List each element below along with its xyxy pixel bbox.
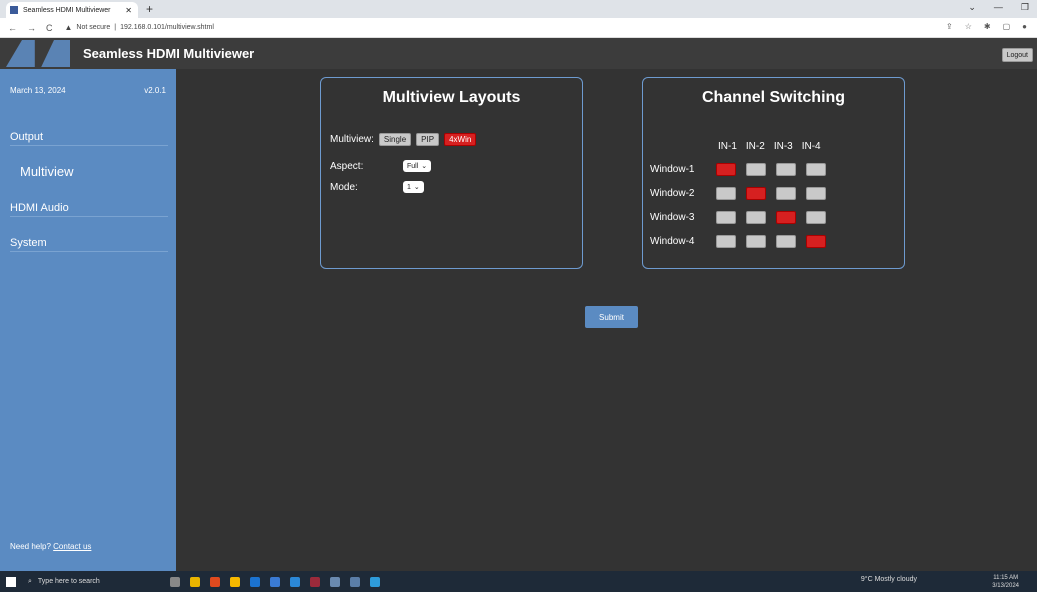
security-label: Not secure: [76, 24, 111, 31]
window-row: Window-1: [650, 163, 836, 176]
search-icon: ⌕: [28, 577, 32, 585]
mode-label: Mode:: [330, 181, 358, 193]
maximize-icon[interactable]: ❐: [1021, 2, 1029, 13]
mode-select[interactable]: 1 ⌄: [403, 181, 424, 193]
app-icon[interactable]: [269, 576, 280, 587]
sidebar: March 13, 2024 v2.0.1 Output Multiview H…: [0, 69, 176, 571]
channel-switching-panel: Channel Switching IN-1 IN-2 IN-3 IN-4 Wi…: [642, 77, 905, 269]
single-layout-button[interactable]: Single: [378, 133, 412, 146]
contact-us-link[interactable]: Contact us: [53, 542, 91, 551]
channel-toggle[interactable]: [806, 211, 826, 224]
skype-icon[interactable]: [289, 576, 300, 587]
warning-icon: ▲: [64, 23, 73, 32]
window-row: Window-2: [650, 187, 836, 200]
tab-search-icon[interactable]: ⌄: [968, 2, 976, 13]
channel-toggle[interactable]: [806, 163, 826, 176]
system-clock[interactable]: 11:15 AM 3/13/2024: [992, 574, 1019, 590]
main-content: Multiview Layouts Multiview: Single PIP …: [176, 69, 1037, 571]
channel-toggle[interactable]: [746, 235, 766, 248]
chevron-down-icon: ⌄: [421, 163, 428, 170]
share-icon[interactable]: ⇪: [946, 22, 953, 31]
channel-toggle[interactable]: [806, 187, 826, 200]
sidebar-date: March 13, 2024: [10, 86, 66, 95]
window-controls: ⌄ — ❐: [968, 2, 1029, 13]
app-icon[interactable]: [329, 576, 340, 587]
firmware-version: v2.0.1: [144, 86, 166, 95]
browser-tab[interactable]: Seamless HDMI Multiviewer ✕: [6, 2, 138, 18]
channel-toggle[interactable]: [716, 187, 736, 200]
tab-title: Seamless HDMI Multiviewer: [23, 6, 111, 14]
extensions-icon[interactable]: ✱: [984, 22, 991, 31]
input-header: IN-1: [718, 141, 737, 152]
channel-toggle[interactable]: [746, 163, 766, 176]
channel-toggle[interactable]: [746, 211, 766, 224]
app-icon[interactable]: [369, 576, 380, 587]
aspect-label: Aspect:: [330, 160, 364, 172]
sidebar-item-multiview[interactable]: Multiview: [20, 164, 178, 181]
address-bar: ← → C ▲ Not secure | 192.168.0.101/multi…: [0, 18, 1037, 38]
task-view-icon[interactable]: [169, 576, 180, 587]
chevron-down-icon: ⌄: [413, 184, 420, 191]
windows-start-icon[interactable]: [6, 576, 16, 587]
channel-toggle[interactable]: [746, 187, 766, 200]
logout-button[interactable]: Logout: [1001, 48, 1033, 62]
pip-layout-button[interactable]: PIP: [416, 133, 440, 146]
sidepanel-icon[interactable]: ▢: [1003, 22, 1011, 31]
multiview-label: Multiview:: [330, 134, 374, 145]
outlook-icon[interactable]: [249, 576, 260, 587]
weather-widget[interactable]: 9°C Mostly cloudy: [861, 576, 917, 583]
sidebar-item-output[interactable]: Output: [10, 131, 168, 146]
channel-toggle[interactable]: [716, 163, 736, 176]
app-icon[interactable]: [349, 576, 360, 587]
minimize-icon[interactable]: —: [994, 2, 1003, 13]
chrome-icon[interactable]: [209, 576, 220, 587]
input-header: IN-3: [773, 141, 793, 152]
bookmark-star-icon[interactable]: ☆: [965, 22, 972, 31]
channel-panel-title: Channel Switching: [701, 89, 846, 106]
channel-toggle[interactable]: [806, 235, 826, 248]
url-field[interactable]: ▲ Not secure | 192.168.0.101/multiview.s…: [65, 23, 214, 32]
channel-toggle[interactable]: [776, 187, 796, 200]
4xwin-layout-button[interactable]: 4xWin: [444, 133, 477, 146]
browser-tab-strip: Seamless HDMI Multiviewer ✕ + ⌄ — ❐: [0, 0, 1037, 18]
window-row: Window-3: [650, 211, 836, 224]
submit-button[interactable]: Submit: [585, 306, 638, 328]
app-title: Seamless HDMI Multiviewer: [83, 46, 255, 61]
taskbar-search[interactable]: ⌕ Type here to search: [28, 578, 100, 586]
windows-taskbar: ⌕ Type here to search 9°C Mostly cloudy …: [0, 571, 1037, 592]
channel-toggle[interactable]: [776, 235, 796, 248]
url-text: 192.168.0.101/multiview.shtml: [120, 24, 214, 31]
input-header: IN-4: [801, 141, 821, 152]
aspect-select[interactable]: Full ⌄: [403, 160, 432, 172]
channel-toggle[interactable]: [716, 211, 736, 224]
window-row: Window-4: [650, 235, 836, 248]
channel-toggle[interactable]: [776, 211, 796, 224]
site-favicon-icon: [10, 6, 18, 14]
forward-icon[interactable]: →: [27, 23, 36, 33]
multiview-layouts-panel: Multiview Layouts Multiview: Single PIP …: [320, 77, 583, 269]
profile-icon[interactable]: ●: [1022, 22, 1027, 31]
input-headers: IN-1 IN-2 IN-3 IN-4: [718, 141, 821, 152]
help-text: Need help? Contact us: [10, 542, 92, 551]
back-icon[interactable]: ←: [8, 23, 17, 33]
app-icon[interactable]: [229, 576, 240, 587]
brand-logo: [6, 40, 70, 67]
sidebar-item-hdmi-audio[interactable]: HDMI Audio: [10, 202, 168, 217]
reload-icon[interactable]: C: [46, 23, 53, 33]
close-tab-icon[interactable]: ✕: [125, 6, 132, 15]
new-tab-icon[interactable]: +: [146, 2, 153, 16]
taskbar-apps: [169, 576, 380, 587]
channel-toggle[interactable]: [776, 163, 796, 176]
multiview-panel-title: Multiview Layouts: [382, 89, 521, 106]
file-explorer-icon[interactable]: [189, 576, 200, 587]
channel-toggle[interactable]: [716, 235, 736, 248]
input-header: IN-2: [745, 141, 765, 152]
app-icon[interactable]: [309, 576, 320, 587]
app-header: Seamless HDMI Multiviewer Logout: [0, 38, 1037, 69]
sidebar-item-system[interactable]: System: [10, 237, 168, 252]
